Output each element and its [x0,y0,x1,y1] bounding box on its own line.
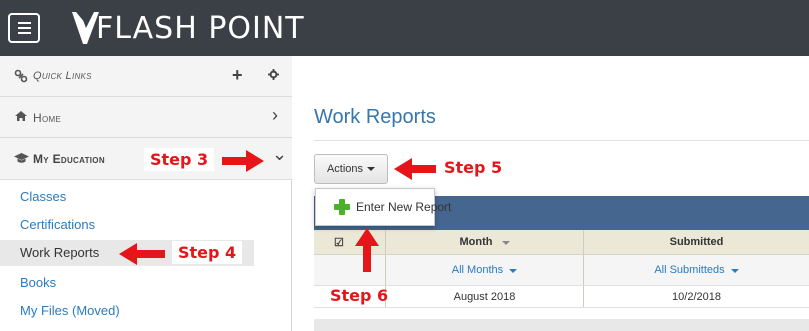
submitted-header-label: Submitted [669,236,724,248]
arrow-left-icon [394,158,436,180]
step-3-annotation: Step 3 [144,148,215,171]
arrow-right-icon [222,150,264,172]
logo-text: FLASH POINT [96,10,305,46]
sidebar-link-my-files[interactable]: My Files (Moved) [0,298,292,324]
home-icon [14,110,28,124]
divider [314,140,809,141]
gear-icon[interactable] [268,69,279,83]
check-icon: ☑ [334,237,344,249]
actions-label: Actions [326,163,364,175]
month-filter-cell: All Months [386,264,583,276]
submitted-value: 10/2/2018 [672,291,721,303]
quick-links-label: Quick Links [33,70,92,82]
enter-new-report-item[interactable]: Enter New Report [333,198,452,216]
sort-caret-icon [501,241,510,245]
actions-dropdown-menu: Enter New Report [315,188,451,226]
month-value: August 2018 [453,291,516,303]
sidebar-link-books[interactable]: Books [0,270,292,296]
my-education-label: My Education [33,152,105,166]
caret-down-icon [509,269,518,273]
submitted-filter-label: All Submitteds [654,264,725,276]
top-header: FLASH POINT [0,0,809,56]
plus-icon[interactable]: + [232,65,243,86]
link-icon [14,69,28,83]
sidebar: Quick Links + Home › My Education ⌄ Clas… [0,56,292,331]
enter-new-report-label: Enter New Report [356,200,452,214]
arrow-up-icon [355,228,379,272]
sidebar-quick-links[interactable]: Quick Links + [0,56,292,97]
step-5-annotation: Step 5 [438,156,509,179]
home-label: Home [33,111,62,125]
menu-line [17,22,31,24]
month-filter[interactable]: All Months [386,255,584,285]
submitted-filter[interactable]: All Submitteds [584,255,809,285]
caret-down-icon [730,269,739,273]
step-6-annotation: Step 6 [330,286,389,305]
chevron-down-icon[interactable]: ⌄ [272,144,287,165]
arrow-left-icon [119,243,165,265]
month-header-label: Month [459,236,493,248]
chevron-right-icon[interactable]: › [272,105,278,126]
submitted-column-header[interactable]: Submitted [584,230,809,254]
table-footer [314,319,809,331]
submitted-cell: 10/2/2018 [584,286,809,307]
month-header-cell: Month [386,236,583,248]
month-column-header[interactable]: Month [386,230,584,254]
submitted-filter-cell: All Submitteds [584,264,809,276]
menu-line [17,27,31,29]
graduation-cap-icon [14,152,29,166]
menu-line [17,32,31,34]
flash-point-logo[interactable]: FLASH POINT [70,6,305,50]
add-icon [333,198,351,216]
sidebar-link-certifications[interactable]: Certifications [0,212,292,238]
month-filter-label: All Months [451,264,504,276]
page-title: Work Reports [314,106,436,128]
month-cell: August 2018 [386,286,584,307]
step-4-annotation: Step 4 [172,241,243,264]
hamburger-menu-button[interactable] [8,13,40,43]
caret-down-icon [367,167,376,171]
sidebar-home[interactable]: Home › [0,97,292,138]
actions-button[interactable]: Actions [314,154,388,184]
table-header-row: ☑ Month Submitted [314,230,809,255]
filter-row: All Months All Submitteds [314,255,809,286]
sidebar-link-classes[interactable]: Classes [0,184,292,210]
